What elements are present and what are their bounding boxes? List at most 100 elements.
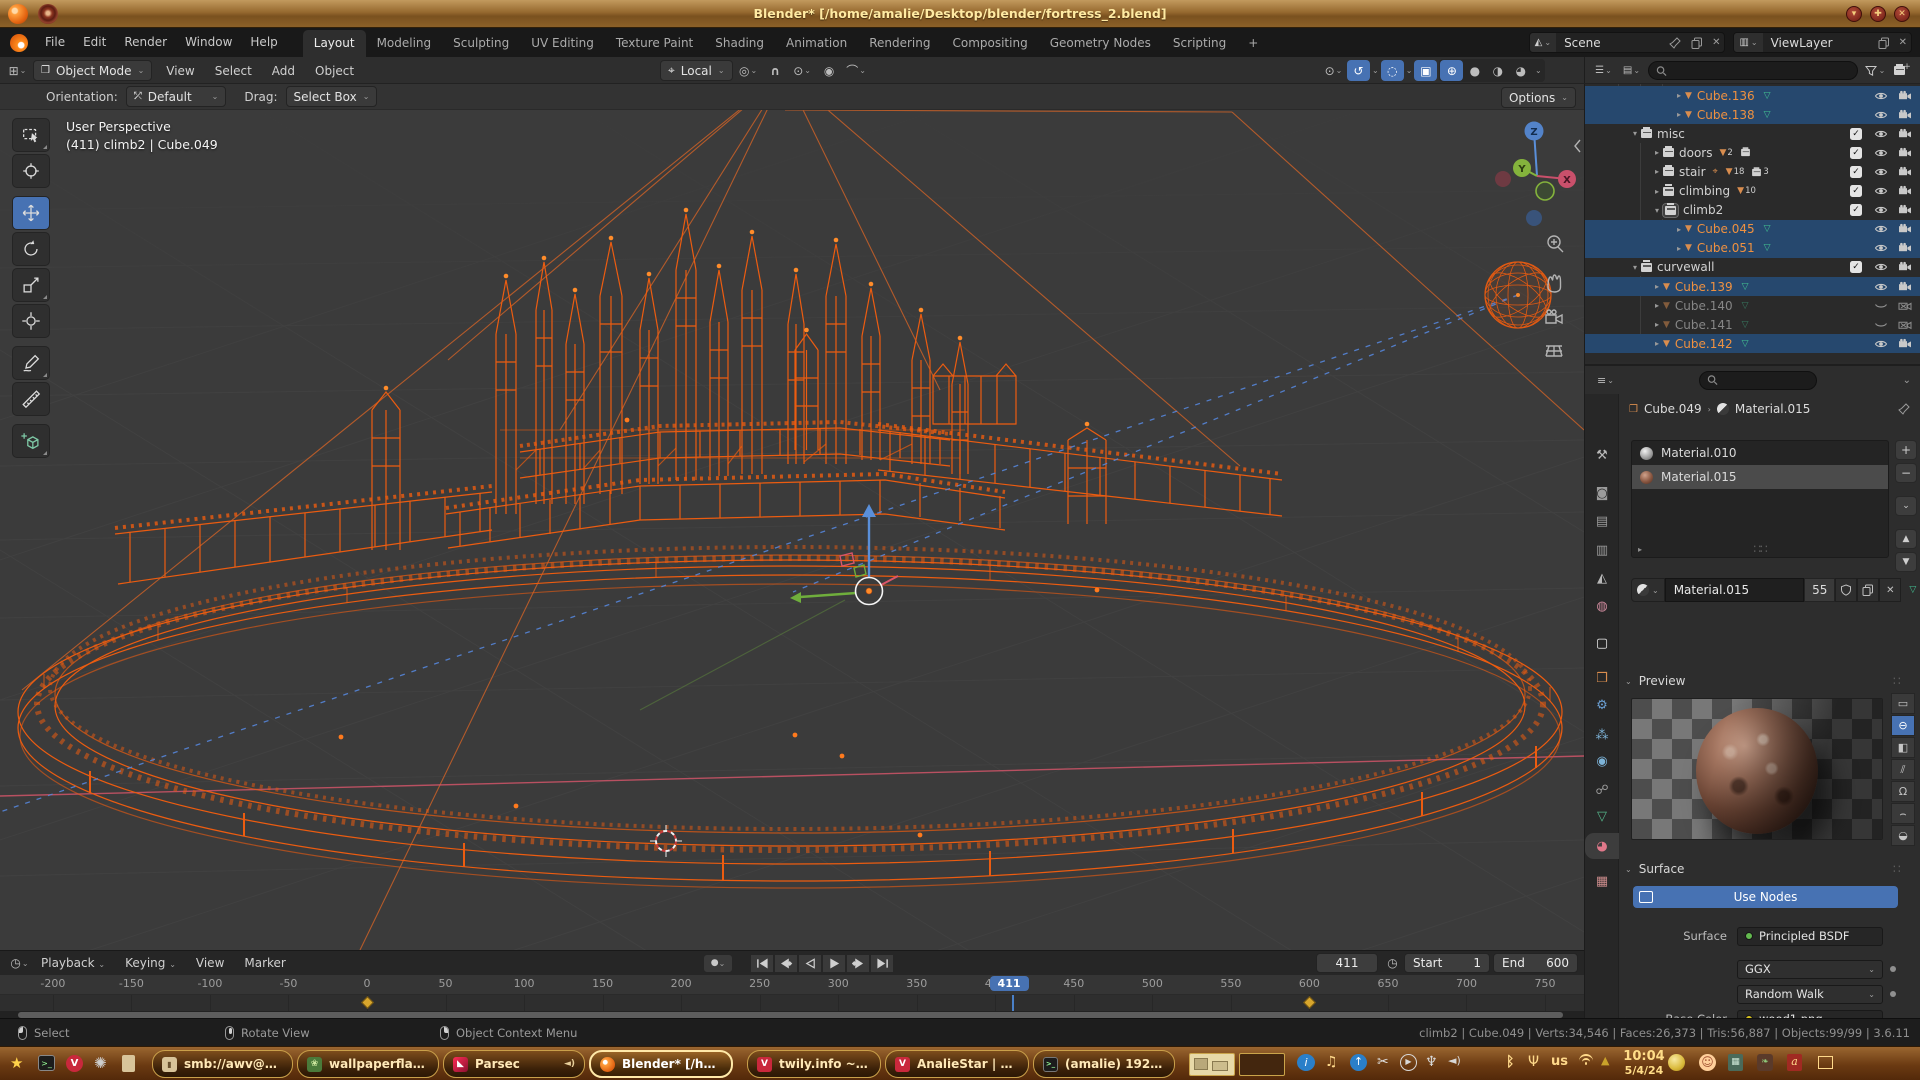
animate-dot[interactable] <box>1890 966 1896 972</box>
tool-rotate[interactable] <box>12 232 50 266</box>
workspace-pager-active[interactable] <box>1189 1053 1235 1076</box>
tab-object-data[interactable]: ▽ <box>1585 803 1619 829</box>
tray-ball-icon[interactable] <box>1668 1054 1685 1071</box>
tray-bag-icon[interactable]: ❧ <box>1757 1054 1773 1071</box>
tray-usb-icon[interactable]: Ψ <box>1528 1054 1539 1070</box>
disable-render-toggle[interactable] <box>1898 242 1912 254</box>
blender-logo-icon[interactable] <box>10 34 28 52</box>
expand-arrow[interactable]: ▸ <box>1651 167 1663 176</box>
keyframe-diamond[interactable] <box>1303 996 1316 1009</box>
tab-tool[interactable]: ⚒ <box>1585 442 1619 468</box>
preview-section-header[interactable]: ⌄Preview∷ <box>1625 674 1685 688</box>
preview-shaderball[interactable]: Ω <box>1891 781 1915 802</box>
next-keyframe-button[interactable] <box>846 954 870 973</box>
workspace-tab-rendering[interactable]: Rendering <box>858 30 941 57</box>
timeline-menu-marker[interactable]: Marker <box>234 956 295 970</box>
outliner-row[interactable]: ▸ ▼Cube.138▽ <box>1585 105 1920 124</box>
outliner-row[interactable]: ▸ ▼Cube.142▽ <box>1585 334 1920 353</box>
expand-arrow[interactable]: ▸ <box>1651 282 1663 291</box>
outliner-row[interactable]: ▾ misc✓ <box>1585 124 1920 143</box>
outliner-filter-dropdown[interactable]: ⌄ <box>1863 60 1886 81</box>
gizmo-dropdown[interactable]: ⌄ <box>1372 66 1379 75</box>
tab-constraints[interactable]: ☍ <box>1585 777 1619 803</box>
tab-object[interactable]: ❒ <box>1585 665 1619 691</box>
value-base-color[interactable]: wood1.png <box>1737 1010 1883 1019</box>
tray-smiley-icon[interactable]: ☺ <box>1699 1054 1716 1071</box>
tab-collection[interactable]: ▢ <box>1585 630 1619 656</box>
timeline-menu-view[interactable]: View <box>186 956 234 970</box>
fake-user-shield-icon[interactable] <box>1835 578 1857 602</box>
close-button[interactable]: ✕ <box>1894 6 1910 22</box>
tab-texture[interactable]: ▦ <box>1585 868 1619 894</box>
tab-modifiers[interactable]: ⚙ <box>1585 692 1619 718</box>
expand-arrow[interactable]: ▸ <box>1673 225 1685 234</box>
tab-output[interactable]: ▤ <box>1585 508 1619 534</box>
collection-checkbox[interactable]: ✓ <box>1850 128 1862 140</box>
hide-viewport-toggle[interactable] <box>1874 147 1888 159</box>
use-nodes-button[interactable]: Use Nodes <box>1633 886 1898 908</box>
drag-mode-dropdown[interactable]: Select Box⌄ <box>286 86 378 107</box>
hide-viewport-toggle[interactable] <box>1874 128 1888 140</box>
tray-play-icon[interactable]: ▶ <box>1400 1054 1417 1071</box>
properties-options-dropdown[interactable]: ⌄ <box>1903 375 1911 386</box>
taskbar-window-v[interactable]: VAnalieStar | H... <box>885 1050 1029 1078</box>
new-collection-button[interactable]: + <box>1891 60 1914 81</box>
hide-viewport-toggle[interactable] <box>1874 338 1888 350</box>
outliner-row[interactable]: ▸ ▼Cube.045▽ <box>1585 220 1920 239</box>
surface-section-header[interactable]: ⌄Surface∷ <box>1625 862 1684 876</box>
expand-arrow[interactable]: ▾ <box>1651 206 1663 215</box>
tray-scissors-icon[interactable]: ✂ <box>1377 1054 1389 1070</box>
taskbar-window-v[interactable]: Vtwily.info ~/ - ... <box>747 1050 881 1078</box>
collection-checkbox[interactable]: ✓ <box>1850 204 1862 216</box>
outliner-row[interactable]: ▸ ▼Cube.140▽ <box>1585 296 1920 315</box>
disable-render-toggle[interactable] <box>1898 204 1912 216</box>
playhead-line[interactable] <box>1012 995 1014 1011</box>
preview-sphere[interactable]: ⊖ <box>1891 715 1915 736</box>
viewport-menu-view[interactable]: View <box>156 64 204 78</box>
expand-arrow[interactable]: ▸ <box>1651 320 1663 329</box>
dropdown-random-walk[interactable]: Random Walk⌄ <box>1737 985 1883 1004</box>
tab-scene[interactable]: ◭ <box>1585 565 1619 591</box>
editor-type-icon[interactable]: ⊞⌄ <box>6 60 29 81</box>
jump-to-end-button[interactable] <box>870 954 894 973</box>
proportional-editing-toggle[interactable]: ◉ <box>818 60 841 81</box>
timeline-menu-playback[interactable]: Playback ⌄ <box>31 956 115 970</box>
tool-cursor[interactable] <box>12 154 50 188</box>
tool-add-cube[interactable] <box>12 424 50 458</box>
disable-render-toggle[interactable] <box>1898 128 1912 140</box>
shading-rendered-button[interactable]: ◕ <box>1509 60 1532 81</box>
tray-volume-icon[interactable]: ◄) <box>1448 1054 1461 1067</box>
dropdown-ggx[interactable]: GGX⌄ <box>1737 960 1883 979</box>
disable-render-toggle[interactable] <box>1898 166 1912 178</box>
new-material-copy-icon[interactable] <box>1857 578 1879 602</box>
pivot-point-dropdown[interactable]: ◎⌄ <box>737 60 760 81</box>
menu-render[interactable]: Render <box>115 28 176 57</box>
snap-target-dropdown[interactable]: ⊙⌄ <box>791 60 814 81</box>
stopwatch-icon[interactable]: ◷ <box>1381 953 1404 974</box>
proportional-falloff-dropdown[interactable]: ⌒⌄ <box>845 60 868 81</box>
tool-measure[interactable] <box>12 382 50 416</box>
material-users-button[interactable]: 55 <box>1804 578 1835 602</box>
hide-viewport-toggle[interactable] <box>1874 300 1888 312</box>
disable-render-toggle[interactable] <box>1898 281 1912 293</box>
show-gizmo-toggle[interactable]: ↺ <box>1347 60 1370 81</box>
value-surface[interactable]: Principled BSDF <box>1737 927 1883 946</box>
menu-file[interactable]: File <box>36 28 74 57</box>
tab-world[interactable]: ◍ <box>1585 593 1619 619</box>
xray-toggle[interactable]: ▣ <box>1414 60 1437 81</box>
workspace-tab-animation[interactable]: Animation <box>775 30 858 57</box>
taskbar-window-terminal[interactable]: >_(amalie) 192.1... <box>1033 1050 1175 1078</box>
terminal-launcher-icon[interactable]: >_ <box>38 1055 55 1071</box>
unlink-icon[interactable]: ✕ <box>1708 37 1724 48</box>
disable-render-toggle[interactable] <box>1898 223 1912 235</box>
workspace-tab-modeling[interactable]: Modeling <box>366 30 443 57</box>
shading-material-button[interactable]: ◑ <box>1486 60 1509 81</box>
scene-name[interactable]: Scene <box>1556 36 1664 50</box>
media-player-launcher-icon[interactable]: V <box>66 1055 83 1072</box>
disable-render-toggle[interactable] <box>1898 147 1912 159</box>
overlays-dropdown[interactable]: ⌄ <box>1406 66 1413 75</box>
timeline-editor-type-icon[interactable]: ◷⌄ <box>8 953 31 974</box>
hide-viewport-toggle[interactable] <box>1874 185 1888 197</box>
hide-viewport-toggle[interactable] <box>1874 204 1888 216</box>
current-frame-field[interactable]: 411 <box>1316 953 1378 973</box>
